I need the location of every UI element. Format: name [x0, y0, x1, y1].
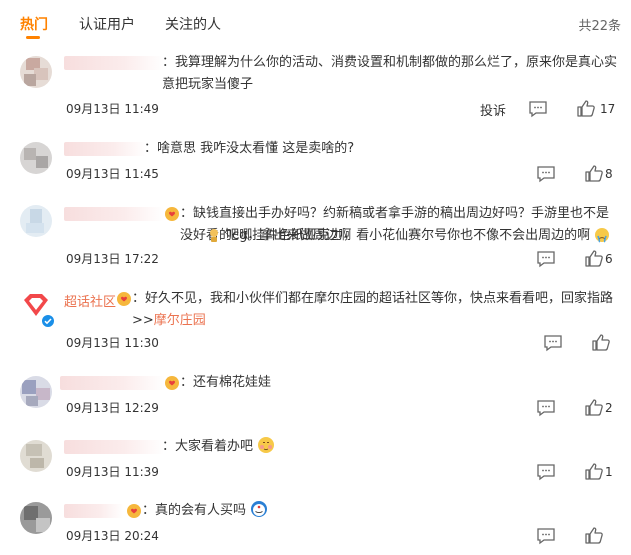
comment-time: 09月13日 11:49: [66, 102, 159, 116]
doraemon-emoji-icon: [251, 501, 268, 517]
avatar[interactable]: [20, 142, 52, 174]
avatar[interactable]: [20, 440, 52, 472]
like-icon[interactable]: [584, 526, 604, 544]
crying-emoji-icon: [595, 228, 610, 243]
comment-time: 09月13日 11:30: [66, 336, 159, 350]
avatar[interactable]: [20, 376, 52, 408]
tab-hot[interactable]: 热门: [20, 14, 48, 34]
author-name-blurred[interactable]: [64, 56, 164, 70]
like-count: 1: [605, 465, 613, 479]
like-count: 2: [605, 401, 613, 415]
comment-time: 09月13日 17:22: [66, 252, 159, 266]
active-tab-indicator: [26, 36, 40, 39]
shy-emoji-icon: [258, 437, 275, 453]
like-icon[interactable]: [584, 462, 604, 480]
author-name[interactable]: 超话社区: [64, 291, 116, 310]
like-icon[interactable]: [591, 333, 611, 351]
comment-time: 09月13日 11:45: [66, 167, 159, 181]
comment-tabs: 热门 认证用户 关注的人 共22条: [0, 0, 631, 44]
like-count: 8: [605, 167, 613, 181]
author-name-blurred[interactable]: [64, 142, 146, 156]
comment-time: 09月13日 12:29: [66, 401, 159, 415]
reply-icon[interactable]: [536, 463, 556, 481]
comment-text: ：真的会有人买吗: [142, 500, 442, 522]
like-icon[interactable]: [584, 249, 604, 267]
comment-text-tail: 吧唧挂件色纸亚克力，看小花仙赛尔号你也不像不会出周边的啊: [226, 228, 591, 243]
reply-icon[interactable]: [536, 165, 556, 183]
fan-badge-icon: [165, 376, 179, 390]
like-icon[interactable]: [576, 99, 596, 117]
author-name-blurred[interactable]: [64, 440, 164, 454]
like-icon[interactable]: [584, 398, 604, 416]
comment-time: 09月13日 20:24: [66, 529, 159, 543]
avatar[interactable]: [20, 205, 52, 237]
comment-total-count: 共22条: [578, 19, 621, 34]
reply-icon[interactable]: [536, 399, 556, 417]
avatar[interactable]: [20, 502, 52, 534]
comment-text-continued: 吧唧挂件色纸亚克力，看小花仙赛尔号你也不像不会出周边的啊: [66, 225, 616, 247]
author-name-blurred[interactable]: [64, 207, 164, 221]
comment-text: ：我算理解为什么你的活动、消费设置和机制都做的那么烂了，原来你是真心实意把玩家当…: [162, 55, 618, 92]
fan-badge-icon: [165, 207, 179, 221]
tab-verified-users[interactable]: 认证用户: [79, 14, 135, 34]
reply-icon[interactable]: [543, 334, 563, 352]
like-count: 17: [600, 102, 616, 116]
comment-text: ：大家看着办吧: [162, 436, 462, 458]
like-count: 6: [605, 252, 613, 266]
author-name-blurred[interactable]: [64, 504, 124, 518]
verified-badge-icon: [41, 314, 55, 328]
comment-text: ：还有棉花娃娃: [180, 375, 272, 390]
report-button[interactable]: 投诉: [480, 100, 506, 119]
reply-icon[interactable]: [536, 527, 556, 545]
reply-icon[interactable]: [536, 250, 556, 268]
comment-time: 09月13日 11:39: [66, 465, 159, 479]
author-name-blurred[interactable]: [60, 376, 165, 390]
emoji-icon: [210, 229, 218, 242]
comment-text: ：好久不见，我和小伙伴们都在摩尔庄园的超话社区等你，快点来看看吧，回家指路>>摩…: [132, 291, 614, 328]
fan-badge-icon: [127, 504, 141, 518]
reply-icon[interactable]: [528, 100, 548, 118]
topic-link[interactable]: 摩尔庄园: [154, 313, 206, 328]
comment-text: ：啥意思 我咋没太看懂 这是卖啥的?: [144, 141, 355, 156]
avatar[interactable]: [20, 56, 52, 88]
tab-following[interactable]: 关注的人: [165, 14, 221, 34]
fan-badge-icon: [117, 292, 131, 306]
like-icon[interactable]: [584, 164, 604, 182]
